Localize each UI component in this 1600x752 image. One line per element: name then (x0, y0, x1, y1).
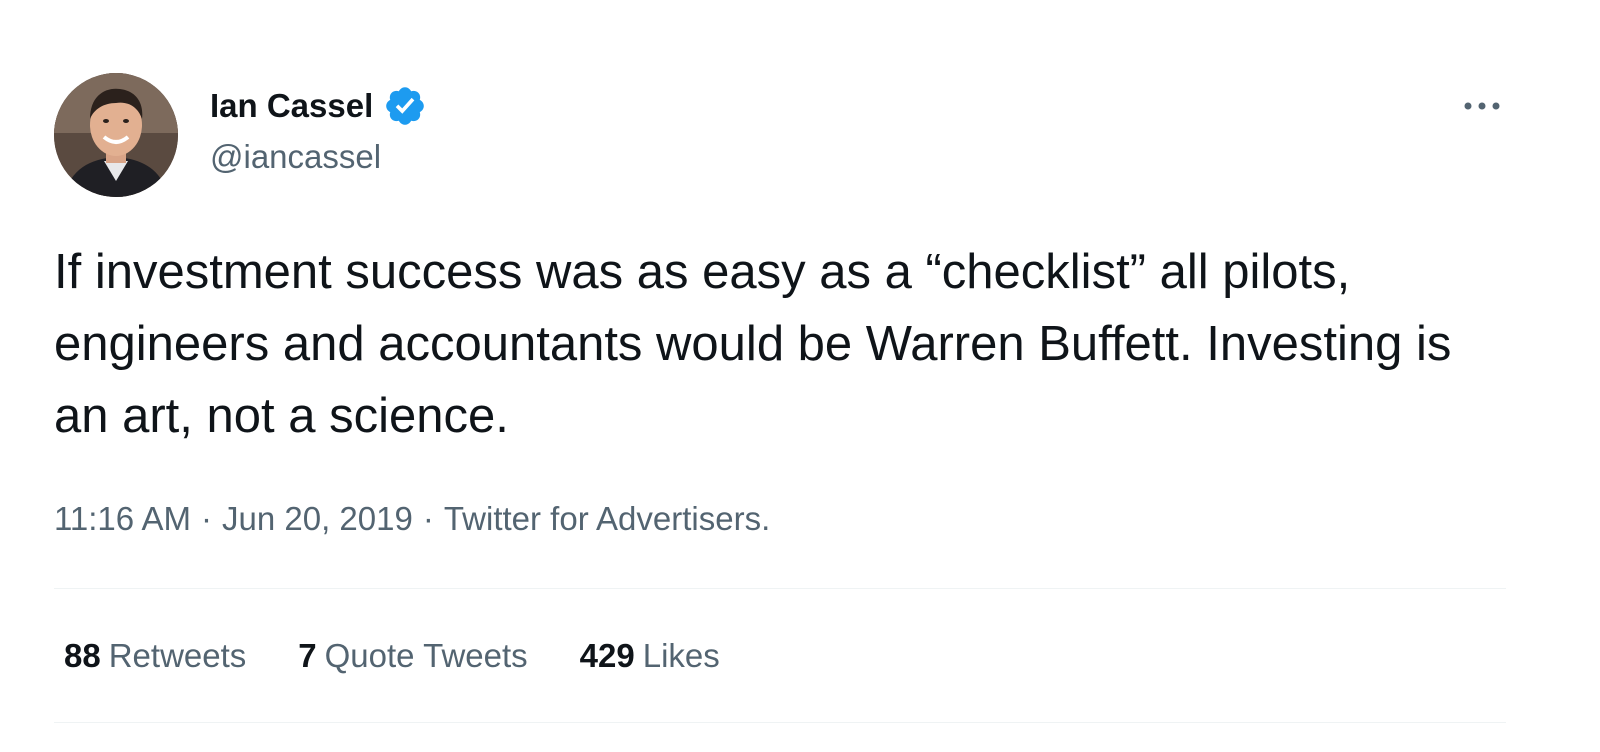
tweet-meta: 11:16 AM · Jun 20, 2019 · Twitter for Ad… (54, 497, 770, 541)
tweet-time[interactable]: 11:16 AM (54, 497, 191, 541)
avatar[interactable] (54, 73, 178, 197)
likes-label: Likes (642, 637, 720, 674)
meta-separator: · (422, 500, 434, 537)
author-display-name[interactable]: Ian Cassel (210, 86, 373, 126)
quote-tweets-count: 7 (298, 637, 317, 674)
likes-count: 429 (579, 637, 635, 674)
tweet-date[interactable]: Jun 20, 2019 (222, 497, 413, 541)
more-horizontal-icon (1464, 102, 1500, 110)
retweets-stat[interactable]: 88 Retweets (64, 634, 246, 678)
engagement-stats: 88 Retweets 7 Quote Tweets 429 Likes (64, 634, 772, 678)
tweet-text: If investment success was as easy as a “… (54, 245, 1452, 443)
retweets-count: 88 (64, 637, 101, 674)
tweet-source[interactable]: Twitter for Advertisers. (444, 497, 770, 541)
divider (54, 588, 1506, 589)
retweets-label: Retweets (108, 637, 247, 674)
quote-tweets-label: Quote Tweets (324, 637, 528, 674)
likes-stat[interactable]: 429 Likes (580, 634, 720, 678)
quote-tweets-stat[interactable]: 7 Quote Tweets (298, 634, 527, 678)
tweet-card: Ian Cassel @iancassel If investment succ… (0, 0, 1600, 752)
more-options-button[interactable] (1456, 88, 1508, 124)
divider (54, 722, 1506, 723)
author-handle[interactable]: @iancassel (210, 137, 381, 177)
verified-badge-icon (386, 87, 425, 125)
meta-separator: · (200, 500, 212, 537)
author-name-row[interactable]: Ian Cassel (210, 84, 427, 128)
avatar-image (54, 73, 178, 197)
